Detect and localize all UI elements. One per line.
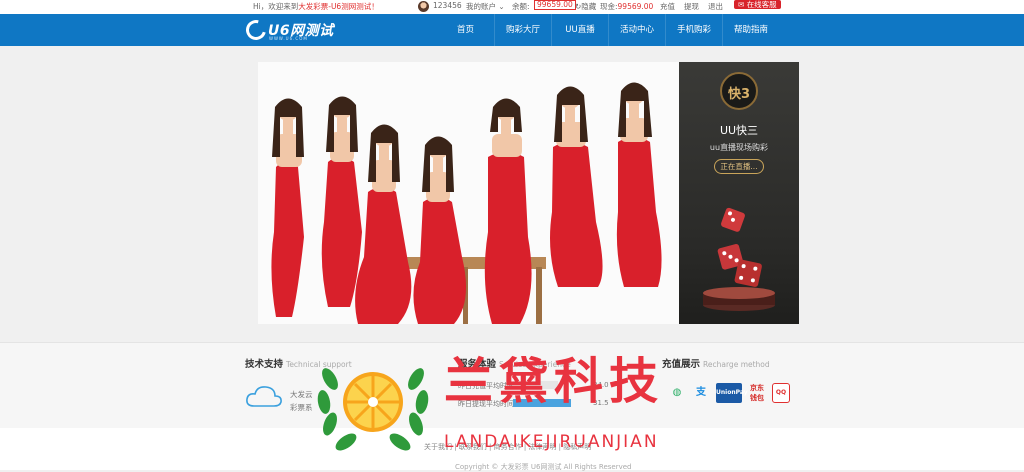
- my-account-label: 我的账户: [466, 2, 496, 11]
- customer-service-button[interactable]: ✉ 在线客服: [734, 0, 781, 9]
- copyright-text: Copyright © 大发彩票 U6网测试 All Rights Reserv…: [455, 463, 632, 471]
- recharge-title-en: Recharge method: [703, 360, 770, 369]
- nav-item-activities[interactable]: 活动中心: [608, 14, 665, 46]
- nav-item-lottery-hall[interactable]: 购彩大厅: [494, 14, 551, 46]
- nav-item-mobile[interactable]: 手机购彩: [665, 14, 722, 46]
- cash-balance: 现金:99569.00: [600, 1, 653, 12]
- site-logo[interactable]: U6网测试 WWW.U6.COM: [242, 16, 336, 44]
- nav-item-help[interactable]: 帮助指南: [722, 14, 779, 46]
- top-bar: Hi，欢迎来到大发彩票-U6测网测试！ 123456 我的账户 ⌄ 余额: 99…: [0, 0, 1024, 14]
- nav-item-uu-live[interactable]: UU直播: [551, 14, 608, 46]
- jd-wallet-icon: 京东 钱包: [750, 384, 764, 402]
- panel-title: UU快三: [719, 124, 759, 137]
- live-now-button[interactable]: 正在直播...: [714, 159, 764, 174]
- my-account-menu[interactable]: 我的账户 ⌄: [466, 1, 505, 12]
- wechat-pay-icon: ◍: [672, 387, 682, 398]
- balance-value: 99659.00: [534, 0, 576, 10]
- recharge-link[interactable]: 充值: [660, 1, 675, 12]
- watermark-text-cn: 兰黛科技: [444, 353, 665, 410]
- support-line-1: 大发云: [290, 390, 313, 399]
- cash-label: 现金:: [600, 2, 618, 11]
- main-navbar: U6网测试 WWW.U6.COM 首页 购彩大厅 UU直播 活动中心 手机购彩 …: [0, 14, 1024, 46]
- cloud-icon: [246, 386, 282, 407]
- logout-link[interactable]: 退出: [708, 1, 723, 12]
- cash-value: 99569.00: [617, 2, 654, 11]
- recharge-title-cn: 充值展示: [662, 359, 701, 370]
- dice-illustration-icon: [703, 207, 775, 311]
- hide-balance-button[interactable]: ↻隐藏: [575, 1, 596, 12]
- alipay-icon: 支: [696, 387, 706, 398]
- hero-banner-image[interactable]: [258, 62, 679, 324]
- nav-menu: 首页 购彩大厅 UU直播 活动中心 手机购彩 帮助指南: [437, 14, 779, 46]
- site-link[interactable]: 大发彩票-U6测网测试！: [298, 2, 378, 11]
- greeting: Hi，欢迎来到大发彩票-U6测网测试！: [253, 1, 379, 12]
- recharge-title: 充值展示 Recharge method: [662, 356, 770, 370]
- watermark-laurel-logo-icon: [317, 368, 429, 451]
- panel-subtitle: uu直播现场购彩: [709, 143, 769, 152]
- tech-support-title-cn: 技术支持: [245, 359, 284, 370]
- nav-item-home[interactable]: 首页: [437, 14, 494, 46]
- avatar[interactable]: [418, 1, 429, 12]
- k3-emblem-icon: 快3: [720, 72, 758, 110]
- watermark-text-en: LANDAIKEJIRUANJIAN: [444, 432, 659, 452]
- qq-wallet-icon: QQ: [772, 383, 790, 403]
- tech-support-text: 大发云 彩票系: [290, 388, 313, 414]
- hide-label: 隐藏: [581, 2, 597, 11]
- withdraw-link[interactable]: 提现: [684, 1, 699, 12]
- balance-label: 余额:: [512, 2, 530, 11]
- logo-subtitle: WWW.U6.COM: [269, 36, 308, 41]
- live-lottery-panel[interactable]: 快3 UU快三 uu直播现场购彩 正在直播...: [679, 62, 799, 324]
- logo-mark: [242, 16, 270, 44]
- support-line-2: 彩票系: [290, 403, 313, 412]
- greeting-text: Hi，欢迎来到: [253, 2, 299, 11]
- username: 123456: [433, 1, 462, 10]
- chevron-down-icon: ⌄: [498, 2, 505, 11]
- hero-illustration: [258, 62, 679, 324]
- customer-service-label: 在线客服: [746, 0, 777, 9]
- unionpay-icon: UnionPay: [716, 383, 748, 403]
- emblem-text: 快3: [727, 87, 751, 102]
- chat-icon: ✉: [738, 0, 745, 9]
